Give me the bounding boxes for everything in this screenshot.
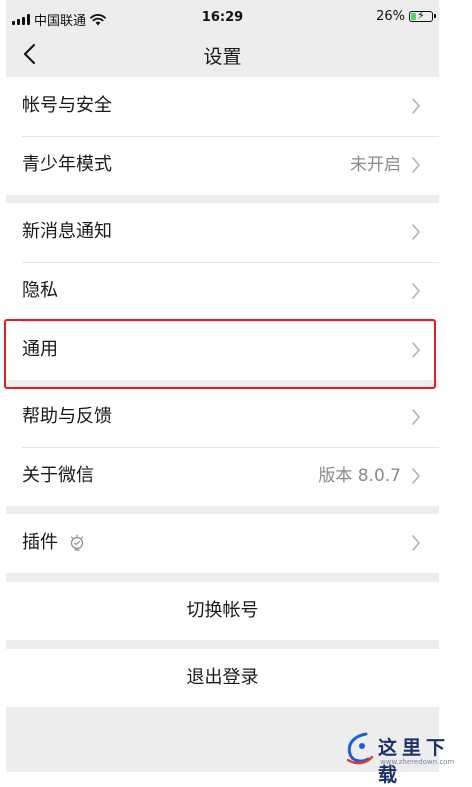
watermark-logo bbox=[346, 732, 374, 765]
settings-item-about-wechat[interactable]: 关于微信 版本 8.0.7 bbox=[6, 447, 439, 506]
watermark-url: www.zheredown.com bbox=[380, 758, 455, 766]
chevron-right-icon bbox=[412, 535, 420, 551]
chevron-right-icon bbox=[412, 224, 420, 240]
battery-fill bbox=[411, 13, 416, 20]
settings-item-label: 帐号与安全 bbox=[22, 95, 112, 116]
settings-group-about: 帮助与反馈 关于微信 版本 8.0.7 bbox=[6, 388, 439, 506]
settings-group-plugins: 插件 bbox=[6, 514, 439, 573]
chevron-right-icon bbox=[412, 98, 420, 114]
settings-item-label: 新消息通知 bbox=[22, 221, 112, 242]
status-right: 26% ⚡ bbox=[376, 9, 436, 24]
switch-account-button[interactable]: 切换帐号 bbox=[6, 582, 439, 640]
logout-button[interactable]: 退出登录 bbox=[6, 649, 439, 707]
settings-screen: 中国联通 16:29 26% ⚡ 设置 帐号与安全 青少年模式 未开启 新消息通… bbox=[6, 0, 439, 772]
settings-group-general: 新消息通知 隐私 通用 bbox=[6, 203, 439, 380]
settings-item-label: 帮助与反馈 bbox=[22, 406, 112, 427]
chevron-right-icon bbox=[412, 283, 420, 299]
watermark: 这里下载 www.zheredown.com bbox=[338, 727, 472, 786]
settings-item-label: 青少年模式 bbox=[22, 154, 112, 175]
battery-charging-icon: ⚡ bbox=[409, 9, 436, 22]
chevron-right-icon bbox=[412, 409, 420, 425]
settings-item-label: 隐私 bbox=[22, 280, 58, 301]
page-title: 设置 bbox=[203, 46, 242, 68]
settings-item-notifications[interactable]: 新消息通知 bbox=[6, 203, 439, 262]
status-bar: 中国联通 16:29 26% ⚡ bbox=[6, 0, 439, 34]
settings-item-plugins[interactable]: 插件 bbox=[6, 514, 439, 573]
settings-item-label: 关于微信 bbox=[22, 465, 94, 486]
settings-item-help-feedback[interactable]: 帮助与反馈 bbox=[6, 388, 439, 447]
chevron-right-icon bbox=[412, 342, 420, 358]
nav-bar: 设置 bbox=[6, 34, 439, 76]
settings-item-privacy[interactable]: 隐私 bbox=[6, 262, 439, 321]
settings-item-teen-mode[interactable]: 青少年模式 未开启 bbox=[6, 136, 439, 195]
chevron-right-icon bbox=[412, 468, 420, 484]
settings-item-label: 通用 bbox=[22, 339, 58, 360]
settings-group-account: 帐号与安全 青少年模式 未开启 bbox=[6, 77, 439, 195]
status-time: 16:29 bbox=[201, 10, 244, 25]
settings-item-value: 未开启 bbox=[350, 155, 401, 175]
charging-bolt-icon: ⚡ bbox=[417, 9, 425, 22]
settings-item-value: 版本 8.0.7 bbox=[318, 466, 401, 486]
battery-percent: 26% bbox=[376, 9, 405, 24]
plugin-bulb-icon bbox=[70, 534, 84, 551]
settings-item-general[interactable]: 通用 bbox=[6, 321, 439, 380]
chevron-right-icon bbox=[412, 157, 420, 173]
settings-item-account-security[interactable]: 帐号与安全 bbox=[6, 77, 439, 136]
settings-item-label: 插件 bbox=[22, 532, 58, 553]
